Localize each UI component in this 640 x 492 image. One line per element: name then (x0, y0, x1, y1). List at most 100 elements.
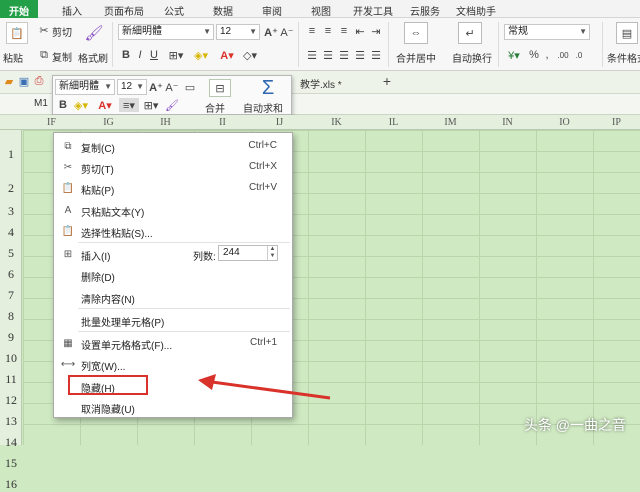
new-tab-plus-icon[interactable]: + (380, 73, 394, 89)
copy-button[interactable]: 复制 (52, 49, 72, 64)
row-header[interactable]: 10 (0, 351, 22, 366)
format-painter-button[interactable]: 格式刷 (78, 50, 108, 65)
mini-border-icon[interactable]: ▭ (183, 79, 197, 95)
menu-item-batch[interactable]: 批量处理单元格(P) (55, 310, 291, 330)
italic-icon[interactable]: I (134, 48, 146, 62)
mini-font-name-select[interactable]: 新細明體 ▼ (55, 79, 115, 95)
indent-increase-icon[interactable]: ⇥ (370, 24, 382, 38)
row-header[interactable]: 6 (0, 267, 22, 282)
number-format-select[interactable]: 常规 ▼ (504, 24, 590, 40)
mini-align-center-icon[interactable]: ≡▾ (119, 98, 139, 112)
column-header[interactable]: II (194, 115, 251, 130)
fill-color-icon[interactable]: ◈▾ (190, 48, 212, 62)
print-icon[interactable]: ⎙ (33, 75, 45, 87)
underline-icon[interactable]: U (148, 48, 160, 62)
row-header[interactable]: 5 (0, 246, 22, 261)
mini-bold-icon[interactable]: B (57, 98, 69, 112)
decrease-decimal-icon[interactable]: .0 (572, 48, 586, 62)
menu-item-format-cells[interactable]: ▦ 设置单元格格式(F)... Ctrl+1 (55, 333, 291, 353)
font-name-select[interactable]: 新細明體 ▼ (118, 24, 214, 40)
column-header[interactable]: IH (137, 115, 194, 130)
mini-font-size-select[interactable]: 12 ▼ (117, 79, 147, 95)
border-icon[interactable]: ⊞▾ (166, 48, 186, 62)
menu-item-cut[interactable]: ✂ 剪切(T) Ctrl+X (55, 157, 291, 177)
copy-icon[interactable]: ⧉ (38, 49, 50, 61)
column-header[interactable]: IN (479, 115, 536, 130)
row-header[interactable]: 3 (0, 204, 22, 219)
menu-item-insert[interactable]: ⊞ 插入(I) 列数: 244 ▲ ▼ (55, 244, 291, 264)
mini-merge-icon[interactable]: ⊟ (209, 79, 231, 97)
percent-button[interactable]: % (528, 48, 540, 62)
grow-font-icon[interactable]: A⁺ (264, 24, 278, 40)
menu-item-paste-special[interactable]: 📋 选择性粘贴(S)... (55, 221, 291, 241)
row-header[interactable]: 4 (0, 225, 22, 240)
mini-fill-color-icon[interactable]: ◈▾ (71, 98, 91, 112)
comma-button[interactable]: , (542, 48, 552, 62)
stepper-up-icon[interactable]: ▲ (267, 246, 277, 253)
row-header[interactable]: 1 (0, 147, 22, 162)
tab-formulas[interactable]: 公式 (164, 3, 184, 18)
increase-decimal-icon[interactable]: .00 (556, 48, 570, 62)
mini-format-painter-icon[interactable]: 🖌 (165, 98, 179, 112)
column-header[interactable]: IO (536, 115, 593, 130)
column-header[interactable]: IP (593, 115, 640, 130)
cut-button[interactable]: 剪切 (52, 24, 72, 39)
column-header[interactable]: IJ (251, 115, 308, 130)
row-header[interactable]: 7 (0, 288, 22, 303)
row-header[interactable]: 12 (0, 393, 22, 408)
column-header[interactable]: IL (365, 115, 422, 130)
row-header[interactable]: 9 (0, 330, 22, 345)
row-header[interactable]: 11 (0, 372, 22, 387)
mini-border-style-icon[interactable]: ⊞▾ (141, 98, 161, 112)
font-color-icon[interactable]: A▾ (216, 48, 238, 62)
tab-review[interactable]: 审阅 (262, 3, 282, 18)
column-count-stepper[interactable]: 244 ▲ ▼ (218, 245, 278, 261)
align-left-icon[interactable]: ☰ (306, 48, 318, 62)
wrap-text-icon[interactable]: ↵ (458, 22, 482, 44)
paste-icon[interactable]: 📋 (6, 22, 28, 44)
scissors-icon[interactable]: ✂ (38, 24, 50, 37)
paste-button-label[interactable]: 粘贴 (3, 50, 23, 65)
mini-merge-button[interactable]: 合并 (205, 100, 225, 115)
shrink-font-icon[interactable]: A⁻ (280, 24, 294, 40)
align-right-icon[interactable]: ☰ (338, 48, 350, 62)
tab-view[interactable]: 视图 (311, 3, 331, 18)
name-box[interactable]: M1 (34, 98, 48, 109)
mini-grow-font-icon[interactable]: A⁺ (149, 79, 163, 95)
column-header[interactable]: IK (308, 115, 365, 130)
row-header[interactable]: 8 (0, 309, 22, 324)
tab-data[interactable]: 数据 (213, 3, 233, 18)
currency-icon[interactable]: ¥▾ (506, 48, 522, 62)
wrap-text-button[interactable]: 自动换行 (452, 50, 492, 65)
align-top-icon[interactable]: ≡ (306, 24, 318, 38)
merge-center-icon[interactable]: ⇔ (404, 22, 428, 44)
font-size-select[interactable]: 12 ▼ (216, 24, 260, 40)
menu-item-paste[interactable]: 📋 粘贴(P) Ctrl+V (55, 178, 291, 198)
column-header[interactable]: IF (23, 115, 80, 130)
clear-format-icon[interactable]: ◇▾ (240, 48, 260, 62)
conditional-format-icon[interactable]: ▤ (616, 22, 638, 44)
tab-insert[interactable]: 插入 (62, 3, 82, 18)
align-bottom-icon[interactable]: ≡ (338, 24, 350, 38)
bold-icon[interactable]: B (120, 48, 132, 62)
align-center-icon[interactable]: ☰ (322, 48, 334, 62)
menu-item-paste-text[interactable]: A 只粘贴文本(Y) (55, 200, 291, 220)
document-tab[interactable]: 教学.xls * (300, 76, 342, 91)
menu-item-delete[interactable]: 删除(D) (55, 265, 291, 285)
menu-item-clear[interactable]: 清除内容(N) (55, 287, 291, 307)
conditional-format-button[interactable]: 条件格式 (607, 50, 640, 65)
distribute-icon[interactable]: ☰ (370, 48, 382, 62)
menu-item-copy[interactable]: ⧉ 复制(C) Ctrl+C (55, 136, 291, 156)
mini-shrink-font-icon[interactable]: A⁻ (165, 79, 179, 95)
tab-page-layout[interactable]: 页面布局 (104, 3, 144, 18)
row-header[interactable]: 16 (0, 477, 22, 492)
save-icon[interactable]: ▣ (18, 75, 30, 88)
open-folder-icon[interactable]: ▰ (3, 75, 15, 88)
tab-doc-assistant[interactable]: 文档助手 (456, 3, 496, 18)
column-header[interactable]: IM (422, 115, 479, 130)
row-header[interactable]: 14 (0, 435, 22, 450)
justify-icon[interactable]: ☰ (354, 48, 366, 62)
align-middle-icon[interactable]: ≡ (322, 24, 334, 38)
format-painter-icon[interactable]: 🖌 (84, 23, 104, 43)
stepper-down-icon[interactable]: ▼ (267, 253, 277, 260)
